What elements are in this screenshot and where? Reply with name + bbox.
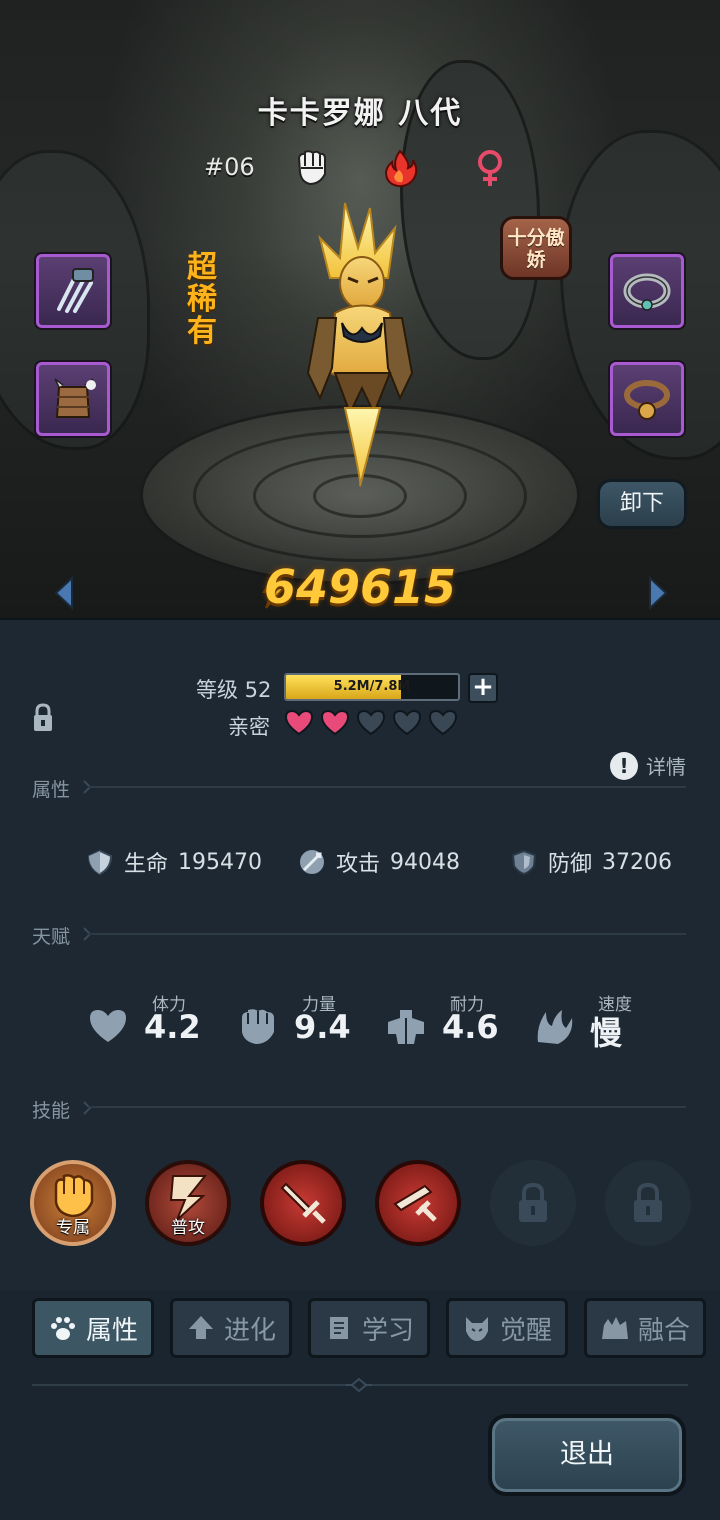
heart-empty-icon [392, 709, 422, 736]
stat-health-label: 生命 [124, 852, 169, 877]
character-name: 卡卡罗娜 八代 [257, 96, 463, 131]
equipment-slot-accessory[interactable] [610, 362, 684, 436]
talent-endurance-value: 4.6 [442, 1008, 499, 1046]
equipment-slot-necklace[interactable] [610, 254, 684, 328]
talent-speed: 速度 慢 [532, 988, 682, 1058]
exit-button[interactable]: 退出 [488, 1414, 686, 1496]
wing-icon [537, 1010, 573, 1044]
personality-trait-badge[interactable]: 十分傲娇 [500, 216, 572, 280]
book-icon [329, 1317, 348, 1339]
tab-awaken[interactable]: 觉醒 [446, 1298, 568, 1358]
stat-defense-label: 防御 [548, 852, 593, 877]
tab-fusion-label: 融合 [637, 1315, 690, 1346]
combat-power-value: 649615 [263, 560, 457, 614]
demon-head-icon [465, 1317, 488, 1341]
talent-speed-value: 慢 [590, 1014, 623, 1052]
talent-stamina: 体力 4.2 [86, 988, 236, 1058]
tab-attributes-label: 属性 [85, 1315, 138, 1346]
skill-locked-slot [490, 1160, 576, 1246]
heart-filled-icon [320, 709, 350, 736]
claw-weapon-icon [57, 268, 94, 313]
heart-empty-icon [356, 709, 386, 736]
next-character-arrow-icon[interactable] [646, 576, 670, 610]
stat-attack: 攻击 94048 [298, 846, 460, 878]
stat-defense-value: 37206 [602, 849, 673, 875]
stat-defense: 防御 37206 [510, 846, 672, 878]
details-button[interactable]: ! 详情 [610, 751, 686, 780]
section-divider [88, 786, 686, 788]
stone-collar-icon [623, 273, 671, 311]
tab-attributes[interactable]: 属性 [32, 1298, 154, 1358]
level-up-plus-button[interactable]: + [468, 673, 498, 703]
tab-awaken-label: 觉醒 [499, 1315, 552, 1346]
stat-health: 生命 195470 [86, 846, 262, 878]
section-title-attributes: 属性 [32, 779, 71, 801]
equipment-slot-weapon[interactable] [36, 254, 110, 328]
character-scene: 卡卡罗娜 八代 #06 超稀有 十分傲娇 卸下 649615 [0, 0, 720, 618]
affinity-label: 亲密 [228, 715, 270, 739]
fist-icon [242, 1009, 274, 1044]
tab-learn-label: 学习 [361, 1315, 414, 1346]
heart-empty-icon [428, 709, 458, 736]
talent-strength-value: 9.4 [294, 1008, 351, 1046]
equipment-slot-armor[interactable] [36, 362, 110, 436]
divider-ornament-icon [346, 1377, 372, 1393]
skill-locked-slot [605, 1160, 691, 1246]
stat-attack-label: 攻击 [336, 852, 381, 877]
lock-icon [519, 1182, 547, 1222]
paw-icon [50, 1317, 75, 1340]
arrow-up-icon [188, 1316, 213, 1339]
sword-slash-skill-icon [393, 1184, 437, 1222]
skill-sword-slash[interactable] [375, 1160, 461, 1246]
level-label: 等级 52 [196, 678, 272, 702]
tab-fusion[interactable]: 融合 [584, 1298, 706, 1358]
character-number: #06 [204, 153, 255, 181]
skill-sword[interactable] [260, 1160, 346, 1246]
skill-basic-attack-label: 普攻 [171, 1218, 205, 1238]
skill-exclusive[interactable]: 专属 [30, 1160, 116, 1246]
experience-text: 5.2M/7.8M [333, 679, 411, 694]
rarity-label: 超稀有 [187, 250, 217, 349]
fusion-icon [601, 1317, 628, 1339]
unequip-button[interactable]: 卸下 [597, 479, 687, 529]
female-icon [478, 150, 502, 186]
tab-learn[interactable]: 学习 [308, 1298, 430, 1358]
talent-stamina-value: 4.2 [144, 1008, 201, 1046]
stat-attack-value: 94048 [390, 849, 461, 875]
section-title-talents: 天赋 [32, 926, 71, 948]
affinity-hearts [284, 708, 458, 736]
bell-collar-icon [624, 380, 670, 420]
fire-icon [384, 149, 418, 188]
health-icon [87, 849, 113, 876]
section-divider [88, 1106, 686, 1108]
chevron-right-icon [83, 1101, 92, 1115]
defense-icon [511, 849, 537, 876]
fist-icon [297, 150, 326, 186]
sword-skill-icon [280, 1182, 326, 1224]
lock-icon [634, 1182, 662, 1222]
skill-exclusive-label: 专属 [56, 1218, 90, 1238]
lock-icon[interactable] [32, 703, 54, 733]
skill-basic-attack[interactable]: 普攻 [145, 1160, 231, 1246]
character-sprite[interactable] [290, 198, 430, 488]
talent-strength: 力量 9.4 [236, 988, 386, 1058]
stat-health-value: 195470 [178, 849, 262, 875]
experience-bar: 5.2M/7.8M [284, 673, 460, 701]
tab-evolve-label: 进化 [223, 1315, 276, 1346]
tab-evolve[interactable]: 进化 [170, 1298, 292, 1358]
muscle-icon [388, 1010, 424, 1044]
previous-character-arrow-icon[interactable] [52, 576, 76, 610]
exclamation-icon: ! [610, 751, 638, 780]
heart-icon [90, 1010, 126, 1042]
talent-endurance: 耐力 4.6 [384, 988, 534, 1058]
attack-icon [300, 850, 324, 874]
heart-filled-icon [284, 709, 314, 736]
spiked-barrel-armor-icon [54, 378, 96, 418]
section-divider [88, 933, 686, 935]
section-title-skills: 技能 [32, 1100, 71, 1122]
details-label: 详情 [646, 755, 686, 779]
